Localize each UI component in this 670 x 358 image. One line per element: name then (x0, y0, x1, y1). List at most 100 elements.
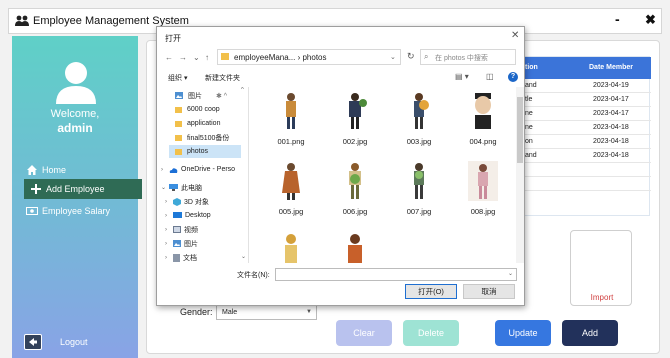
people-icon (15, 15, 29, 26)
chevron-down-icon[interactable]: ⌄ (390, 53, 396, 61)
scroll-up-icon[interactable]: ^ (241, 87, 244, 93)
file-thumbnail (414, 163, 424, 199)
tree-item-pictures-pc[interactable]: › 图片 (165, 237, 245, 250)
add-button[interactable]: Add (562, 320, 618, 346)
forward-arrow-icon[interactable]: → (179, 53, 187, 62)
tree-item-documents[interactable]: › 文档 (165, 251, 245, 263)
open-button[interactable]: 打开(O) (405, 284, 457, 299)
welcome-text: Welcome, (50, 108, 100, 120)
tree-item-label: 此电脑 (181, 184, 202, 192)
sidebar-item-home[interactable]: Home (26, 160, 66, 180)
new-folder-button[interactable]: 新建文件夹 (205, 73, 240, 83)
table-row (521, 163, 651, 177)
sidebar-item-label: Employee Salary (42, 206, 111, 216)
filename-input[interactable]: ⌄ (275, 268, 517, 281)
logout-button[interactable]: Logout (24, 334, 88, 350)
chevron-down-icon[interactable]: ⌄ (508, 270, 513, 277)
recent-chevron-icon[interactable]: ⌄ (193, 53, 200, 62)
up-arrow-icon[interactable]: ↑ (205, 53, 209, 62)
tree-item-3d-objects[interactable]: › 3D 对象 (165, 195, 245, 208)
organize-menu[interactable]: 组织 ▾ (168, 73, 187, 83)
scrollbar-thumb[interactable] (517, 97, 523, 163)
file-item[interactable]: 002.jpg (330, 91, 380, 146)
table-row (521, 177, 651, 191)
tree-item-label: OneDrive - Perso (181, 166, 236, 173)
file-thumbnail (475, 93, 491, 129)
dialog-close-button[interactable]: ✕ (511, 30, 519, 41)
file-name: 005.jpg (278, 207, 304, 216)
table-row[interactable]: and 2023-04-18 (521, 149, 651, 163)
chevron-right-icon[interactable]: › (165, 227, 173, 233)
file-name: 003.jpg (406, 137, 432, 146)
gender-label: Gender: (180, 307, 213, 317)
back-arrow-icon[interactable]: ← (165, 53, 173, 62)
file-item[interactable]: 007.jpg (394, 161, 444, 216)
chevron-right-icon[interactable]: › (165, 199, 173, 205)
sidebar-item-employee-salary[interactable]: Employee Salary (26, 201, 110, 221)
computer-icon (169, 184, 178, 191)
file-item[interactable]: 005.jpg (266, 161, 316, 216)
table-row[interactable]: ne 2023-04-17 (521, 107, 651, 121)
scroll-down-icon[interactable]: ⌄ (241, 253, 246, 260)
delete-button[interactable]: Delete (403, 320, 459, 346)
tree-item-label: photos (187, 148, 209, 155)
tree-item-folder[interactable]: application (175, 117, 245, 130)
tree-item-videos[interactable]: › 视频 (165, 223, 245, 236)
file-item[interactable]: 006.jpg (330, 161, 380, 216)
table-row[interactable]: and 2023-04-19 (521, 79, 651, 93)
preview-pane-icon[interactable]: ◫ (486, 72, 494, 81)
tree-item-onedrive[interactable]: › OneDrive - Perso (161, 163, 247, 176)
file-item[interactable]: 008.jpg (458, 161, 508, 216)
import-button[interactable]: Import (571, 293, 633, 302)
tree-item-folder[interactable]: final5100备份 (175, 131, 245, 144)
view-options-icon[interactable]: ▤ ▾ (455, 72, 469, 81)
table-row[interactable]: ne 2023-04-18 (521, 121, 651, 135)
chevron-right-icon[interactable]: › (165, 213, 173, 219)
chevron-right-icon[interactable]: › (165, 241, 173, 247)
table-row[interactable]: tle 2023-04-17 (521, 93, 651, 107)
minimize-button[interactable]: - (615, 11, 620, 27)
file-scrollbar[interactable] (516, 87, 524, 263)
chevron-down-icon[interactable]: ⌄ (161, 184, 169, 191)
file-thumbnail (414, 93, 429, 129)
file-name: 007.jpg (406, 207, 432, 216)
chevron-down-icon: ▼ (306, 309, 312, 315)
photo-import-box[interactable]: Import (570, 230, 632, 306)
table-row[interactable]: on 2023-04-18 (521, 135, 651, 149)
update-button[interactable]: Update (495, 320, 551, 346)
file-item[interactable]: 003.jpg (394, 91, 444, 146)
plus-icon (31, 184, 41, 194)
tree-item-this-pc[interactable]: ⌄ 此电脑 (161, 181, 247, 194)
cancel-button[interactable]: 取消 (463, 284, 515, 299)
chevron-right-icon[interactable]: › (165, 255, 173, 261)
folder-icon (175, 120, 182, 127)
file-item[interactable]: 004.png (458, 91, 508, 146)
search-input[interactable]: ⌕ 在 photos 中搜索 (420, 49, 516, 65)
desktop-icon (173, 212, 182, 218)
help-icon[interactable]: ? (508, 72, 518, 82)
file-item[interactable]: 001.png (266, 91, 316, 146)
table-header: tion Date Member (521, 57, 651, 79)
pin-icon[interactable]: ✱ ^ (216, 92, 227, 100)
chevron-right-icon[interactable]: › (161, 167, 169, 173)
file-item[interactable] (330, 231, 380, 263)
tree-item-label: final5100备份 (187, 134, 230, 142)
tree-item-desktop[interactable]: › Desktop (165, 209, 245, 222)
sidebar-item-add-employee[interactable]: Add Employee (24, 179, 142, 199)
address-bar[interactable]: employeeMana... › photos ⌄ (217, 49, 401, 65)
gender-select[interactable]: Male ▼ (216, 305, 317, 320)
file-grid: 001.png 002.jpg 003.jpg 004.png 005.jpg (250, 87, 524, 263)
tree-scrollbar[interactable]: ^ ⌄ (241, 87, 248, 263)
close-button[interactable]: ✖ (645, 12, 656, 28)
tree-item-pictures[interactable]: 图片 ✱ ^ (175, 89, 245, 102)
tree-item-photos[interactable]: photos (169, 145, 241, 158)
table-cell: ne (525, 110, 533, 117)
clear-button[interactable]: Clear (336, 320, 392, 346)
file-thumbnail (349, 93, 367, 129)
sidebar-item-label: Home (42, 165, 67, 175)
search-icon: ⌕ (424, 52, 429, 61)
refresh-icon[interactable]: ↻ (407, 51, 415, 62)
search-placeholder: 在 photos 中搜索 (435, 55, 488, 62)
tree-item-folder[interactable]: 6000 coop (175, 103, 245, 116)
file-item[interactable] (266, 231, 316, 263)
